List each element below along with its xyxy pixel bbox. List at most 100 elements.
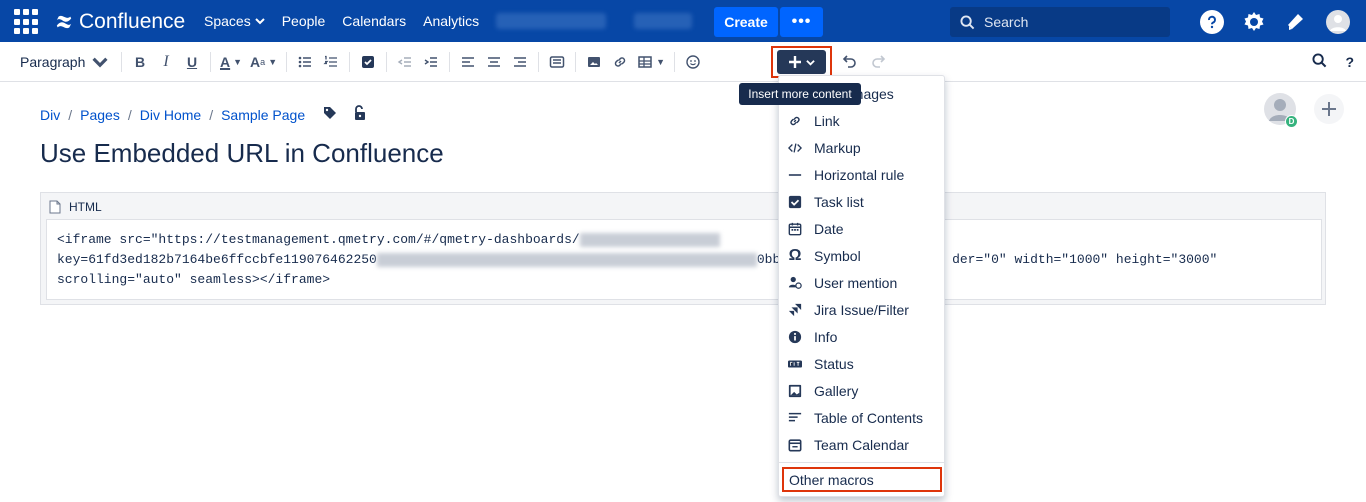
add-collaborator-button[interactable] <box>1314 94 1344 124</box>
toolbar-divider <box>286 51 288 72</box>
unlock-restrictions-icon[interactable] <box>353 105 367 124</box>
code-text: scrolling="auto" seamless></iframe> <box>57 272 331 287</box>
menu-item-label: Info <box>814 328 838 345</box>
page-title[interactable]: Use Embedded URL in Confluence <box>40 138 444 169</box>
menu-item-date[interactable]: Date <box>779 215 944 242</box>
breadcrumb-item[interactable]: Div <box>40 107 60 123</box>
menu-item-horizontal-rule[interactable]: Horizontal rule <box>779 161 944 188</box>
help-icon[interactable] <box>1200 10 1224 34</box>
find-replace-icon[interactable] <box>1312 53 1327 71</box>
undo-icon[interactable] <box>836 48 862 76</box>
breadcrumb-separator: / <box>209 106 214 123</box>
gallery-icon <box>788 384 802 398</box>
nav-analytics-label: Analytics <box>423 13 480 29</box>
create-button[interactable]: Create <box>714 7 778 37</box>
menu-item-table-of-contents[interactable]: Table of Contents <box>779 404 944 431</box>
menu-item-label: Team Calendar <box>814 436 909 453</box>
table-icon[interactable]: ▼ <box>633 48 669 76</box>
notifications-megaphone-icon[interactable] <box>1284 10 1308 34</box>
emoji-icon[interactable] <box>680 48 706 76</box>
nav-calendars[interactable]: Calendars <box>342 13 406 29</box>
toolbar-divider <box>575 51 577 72</box>
code-icon <box>788 141 802 155</box>
text-formatting-more-icon[interactable]: Aa ▼ <box>246 48 281 76</box>
menu-item-status[interactable]: Status <box>779 350 944 377</box>
menu-item-label: Status <box>814 355 854 372</box>
menu-item-label: Horizontal rule <box>814 166 905 183</box>
logo-text: Confluence <box>79 10 186 33</box>
horizontal-rule-icon <box>788 168 802 182</box>
page-layout-icon[interactable] <box>544 48 570 76</box>
nav-analytics[interactable]: Analytics <box>423 13 479 29</box>
image-icon[interactable] <box>581 48 607 76</box>
menu-item-info[interactable]: Info <box>779 323 944 350</box>
text-color-icon[interactable]: A ▼ <box>216 48 246 76</box>
numbered-list-icon[interactable] <box>318 48 344 76</box>
menu-item-jira-issue-filter[interactable]: Jira Issue/Filter <box>779 296 944 323</box>
user-avatar-icon[interactable] <box>1326 10 1350 34</box>
chevron-down-icon <box>254 18 265 25</box>
redo-icon[interactable] <box>866 48 892 76</box>
status-lozenge-icon <box>788 357 802 371</box>
toolbar-divider <box>210 51 211 72</box>
link-icon[interactable] <box>607 48 633 76</box>
toolbar-divider <box>349 51 351 72</box>
jira-icon <box>788 303 802 317</box>
menu-item-label: Jira Issue/Filter <box>814 301 909 318</box>
breadcrumb-separator: / <box>68 106 73 123</box>
underline-icon[interactable]: U <box>179 48 205 76</box>
breadcrumb-item[interactable]: Pages <box>80 107 120 123</box>
top-right-actions <box>1200 7 1350 37</box>
macro-code-body[interactable]: <iframe src="https://testmanagement.qmet… <box>46 219 1322 300</box>
confluence-logo[interactable]: Confluence <box>55 8 185 36</box>
paragraph-style-dropdown[interactable]: Paragraph <box>12 48 116 76</box>
bullet-list-icon[interactable] <box>292 48 318 76</box>
code-text: key=61fd3ed182b7164be6ffccbfe11907646225… <box>57 252 377 267</box>
search-box[interactable] <box>950 7 1170 37</box>
search-icon <box>960 14 975 29</box>
breadcrumb-separator: / <box>127 106 132 123</box>
app-switcher-icon[interactable] <box>14 9 40 35</box>
search-input[interactable] <box>984 14 1154 30</box>
settings-gear-icon[interactable] <box>1242 10 1266 34</box>
align-center-icon[interactable] <box>481 48 507 76</box>
create-more-button[interactable]: ••• <box>780 7 823 37</box>
redacted-text <box>579 232 720 247</box>
menu-item-label: Symbol <box>814 247 861 264</box>
omega-symbol-icon: Ω <box>788 246 802 264</box>
code-line: scrolling="auto" seamless></iframe> <box>57 270 1311 290</box>
menu-item-team-calendar[interactable]: Team Calendar <box>779 431 944 458</box>
align-left-icon[interactable] <box>455 48 481 76</box>
code-line: <iframe src="https://testmanagement.qmet… <box>57 230 1311 250</box>
nav-people[interactable]: People <box>282 13 326 29</box>
insert-more-content-menu: d images Link Markup Horizontal rule Tas… <box>778 75 945 497</box>
help-question-icon[interactable]: ? <box>1345 54 1354 70</box>
menu-item-label: Markup <box>814 139 861 156</box>
top-navigation: Confluence Spaces People Calendars Analy… <box>0 0 1366 42</box>
indent-icon[interactable] <box>418 48 444 76</box>
menu-item-task-list[interactable]: Task list <box>779 188 944 215</box>
table-of-contents-icon <box>788 411 802 425</box>
bold-icon[interactable]: B <box>127 48 153 76</box>
calendar-icon <box>788 222 802 236</box>
menu-item-other-macros[interactable]: Other macros <box>782 467 942 492</box>
toolbar-divider <box>449 51 451 72</box>
insert-more-content-button[interactable] <box>771 46 832 78</box>
label-tag-icon[interactable] <box>323 106 337 123</box>
task-checkbox-icon[interactable] <box>355 48 381 76</box>
link-icon <box>788 114 802 128</box>
macro-header: HTML <box>49 200 102 214</box>
nav-links: Spaces People Calendars Analytics <box>204 0 479 42</box>
breadcrumb-item[interactable]: Div Home <box>140 107 201 123</box>
align-right-icon[interactable] <box>507 48 533 76</box>
menu-item-user-mention[interactable]: User mention <box>779 269 944 296</box>
breadcrumb-item[interactable]: Sample Page <box>221 107 305 123</box>
menu-item-markup[interactable]: Markup <box>779 134 944 161</box>
outdent-icon[interactable] <box>392 48 418 76</box>
menu-item-symbol[interactable]: Ω Symbol <box>779 242 944 269</box>
nav-spaces[interactable]: Spaces <box>204 13 265 29</box>
italic-icon[interactable]: I <box>153 48 179 76</box>
html-macro[interactable]: HTML <iframe src="https://testmanagement… <box>40 192 1326 305</box>
menu-item-link[interactable]: Link <box>779 107 944 134</box>
menu-item-gallery[interactable]: Gallery <box>779 377 944 404</box>
